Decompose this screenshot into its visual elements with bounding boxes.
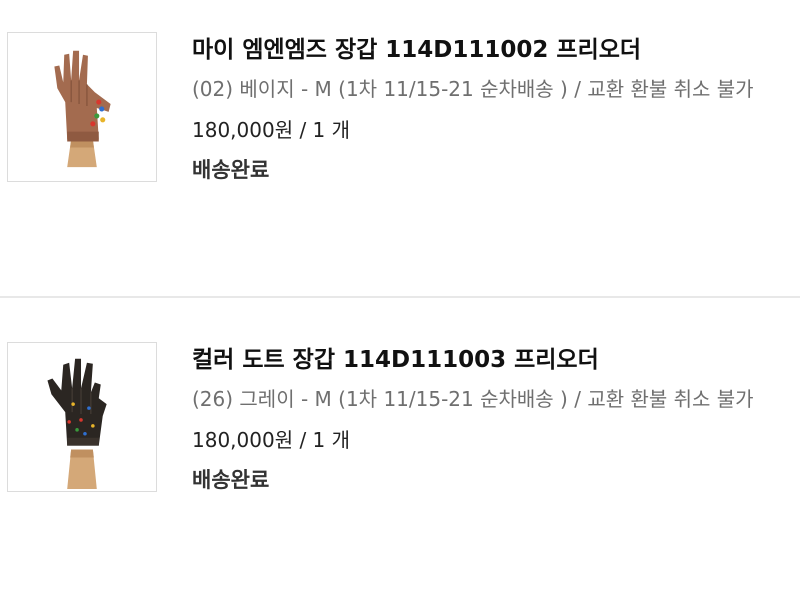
order-info: 컬러 도트 장갑 114D111003 프리오더 (26) 그레이 - M (1… bbox=[192, 340, 792, 500]
product-option: (02) 베이지 - M (1차 11/15-21 순차배송 ) / 교환 환불… bbox=[192, 77, 754, 101]
brown-leather-glove-image bbox=[54, 50, 111, 168]
black-dotted-glove-image bbox=[47, 358, 107, 490]
price-quantity: 180,000원 / 1 개 bbox=[192, 118, 351, 142]
order-info: 마이 엠엔엠즈 장갑 114D111002 프리오더 (02) 베이지 - M … bbox=[192, 30, 792, 190]
delivery-status: 배송완료 bbox=[192, 468, 270, 492]
product-name[interactable]: 컬러 도트 장갑 114D111003 프리오더 bbox=[192, 340, 792, 380]
product-thumbnail[interactable] bbox=[7, 342, 157, 492]
price-quantity: 180,000원 / 1 개 bbox=[192, 428, 351, 452]
product-thumbnail[interactable] bbox=[7, 32, 157, 182]
product-option: (26) 그레이 - M (1차 11/15-21 순차배송 ) / 교환 환불… bbox=[192, 387, 754, 411]
product-name[interactable]: 마이 엠엔엠즈 장갑 114D111002 프리오더 bbox=[192, 30, 792, 70]
item-divider bbox=[0, 296, 800, 298]
delivery-status: 배송완료 bbox=[192, 158, 270, 182]
